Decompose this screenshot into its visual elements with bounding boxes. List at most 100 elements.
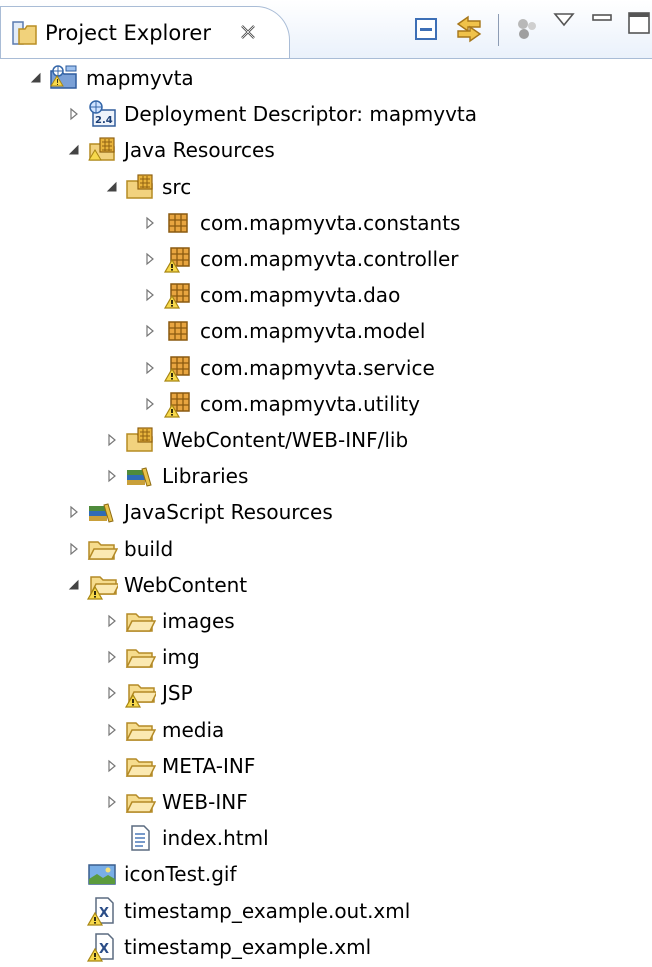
collapsed-arrow-icon[interactable]: [142, 287, 158, 303]
tree-item[interactable]: JSP: [104, 675, 652, 711]
tree-item-label: WebContent: [124, 572, 248, 597]
tree-item[interactable]: com.mapmyvta.controller: [142, 241, 652, 277]
tree-item-label: com.mapmyvta.controller: [200, 247, 459, 271]
collapsed-arrow-icon[interactable]: [104, 649, 120, 665]
tree-item[interactable]: com.mapmyvta.service: [142, 350, 652, 386]
collapsed-arrow-icon[interactable]: [142, 215, 158, 231]
tree-item[interactable]: JavaScript Resources: [66, 494, 652, 530]
collapsed-arrow-icon[interactable]: [104, 794, 120, 810]
web-project-icon: !: [48, 62, 80, 94]
tree-item-label: Java Resources: [124, 138, 275, 163]
deployment-descriptor-icon: 2.4: [86, 98, 118, 130]
tree-item[interactable]: Xtimestamp_example.out.xml: [66, 893, 652, 929]
tree-item[interactable]: com.mapmyvta.utility: [142, 386, 652, 422]
image-file-icon: [86, 858, 118, 890]
tree-item[interactable]: com.mapmyvta.dao: [142, 277, 652, 313]
dot-icons[interactable]: [512, 14, 542, 44]
tree-item[interactable]: src: [104, 169, 652, 205]
tree-item-label: images: [162, 609, 235, 633]
view-header: Project Explorer: [0, 0, 652, 59]
collapse-all-icon[interactable]: [412, 14, 442, 44]
tree-item[interactable]: WebContent/WEB-INF/lib: [104, 422, 652, 458]
expanded-arrow-icon[interactable]: [104, 179, 120, 195]
tree-item-label: JavaScript Resources: [124, 500, 333, 525]
tree-item[interactable]: img: [104, 639, 652, 675]
expanded-arrow-icon[interactable]: [28, 70, 44, 86]
expanded-arrow-icon[interactable]: [66, 577, 82, 593]
tree-item-label: com.mapmyvta.utility: [200, 391, 420, 416]
svg-text:2.4: 2.4: [95, 115, 113, 126]
collapsed-arrow-icon[interactable]: [66, 106, 82, 122]
tree-item[interactable]: Xtimestamp_example.xml: [66, 929, 652, 965]
maximize-icon[interactable]: [626, 10, 652, 40]
project-tree: ! mapmyvta 2.4 Deployment Descriptor: mapmy…: [0, 58, 652, 962]
tree-item-label: index.html: [162, 826, 269, 851]
collapsed-arrow-icon[interactable]: [142, 396, 158, 412]
tree-item-label: iconTest.gif: [124, 862, 237, 887]
tree-item-label: src: [162, 174, 192, 199]
tree-item[interactable]: Java Resources: [66, 132, 652, 168]
package-warning-icon: [162, 388, 194, 420]
folder-icon: [124, 750, 157, 782]
tree-item-label: Libraries: [162, 464, 249, 489]
collapsed-arrow-icon[interactable]: [104, 432, 120, 448]
tree-item[interactable]: images: [104, 603, 652, 639]
tree-item[interactable]: iconTest.gif: [66, 856, 652, 892]
tree-item[interactable]: 2.4 Deployment Descriptor: mapmyvta: [66, 96, 652, 132]
package-warning-icon: [162, 243, 194, 275]
libraries-icon: [124, 460, 156, 492]
xml-warning-icon: X: [86, 895, 118, 927]
collapsed-arrow-icon[interactable]: [142, 360, 158, 376]
tree-item[interactable]: Libraries: [104, 458, 652, 494]
collapsed-arrow-icon[interactable]: [66, 504, 82, 520]
tree-item-label: media: [162, 717, 225, 742]
toolbar-separator: [498, 14, 499, 46]
tree-item-label: Deployment Descriptor: mapmyvta: [124, 102, 478, 127]
source-folder-icon: [124, 171, 156, 203]
libraries-icon: [86, 496, 118, 528]
tree-item[interactable]: WebContent: [66, 567, 652, 603]
tree-item[interactable]: META-INF: [104, 748, 652, 784]
tree-item-label: img: [162, 645, 200, 670]
svg-text:X: X: [99, 942, 109, 957]
project-explorer-icon: [11, 19, 39, 47]
xml-warning-icon: X: [86, 931, 118, 963]
tree-item[interactable]: com.mapmyvta.constants: [142, 205, 652, 241]
package-warning-icon: [162, 279, 194, 311]
tree-item-label: timestamp_example.out.xml: [124, 898, 411, 923]
tree-item-label: timestamp_example.xml: [124, 934, 372, 959]
view-menu-icon[interactable]: [552, 10, 582, 40]
folder-icon: [124, 786, 157, 818]
tree-item[interactable]: WEB-INF: [104, 784, 652, 820]
close-icon[interactable]: [237, 21, 259, 43]
collapsed-arrow-icon[interactable]: [104, 468, 120, 484]
collapsed-arrow-icon[interactable]: [104, 722, 120, 738]
folder-icon: [124, 605, 157, 637]
tree-item[interactable]: index.html: [104, 820, 652, 856]
svg-text:!: !: [56, 78, 59, 87]
link-with-editor-icon[interactable]: [454, 14, 484, 44]
tab-project-explorer[interactable]: Project Explorer: [0, 6, 290, 58]
collapsed-arrow-icon[interactable]: [104, 758, 120, 774]
tree-item-label: JSP: [162, 681, 193, 706]
tree-item[interactable]: ! mapmyvta: [28, 60, 652, 96]
collapsed-arrow-icon[interactable]: [66, 541, 82, 557]
collapsed-arrow-icon[interactable]: [104, 685, 120, 701]
tree-item[interactable]: build: [66, 531, 652, 567]
folder-icon: [124, 641, 157, 673]
expanded-arrow-icon[interactable]: [66, 142, 82, 158]
tree-item-label: com.mapmyvta.service: [200, 355, 435, 380]
folder-warning-icon: [124, 677, 159, 709]
java-resources-icon: [86, 134, 118, 166]
collapsed-arrow-icon[interactable]: [142, 323, 158, 339]
collapsed-arrow-icon[interactable]: [104, 613, 120, 629]
tree-item[interactable]: com.mapmyvta.model: [142, 313, 652, 349]
tree-item-label: WEB-INF: [162, 790, 248, 814]
tree-item-label: WebContent/WEB-INF/lib: [162, 428, 409, 452]
source-folder-icon: [124, 424, 156, 456]
collapsed-arrow-icon[interactable]: [142, 251, 158, 267]
html-file-icon: [124, 822, 156, 854]
minimize-icon[interactable]: [590, 10, 620, 40]
tree-item[interactable]: media: [104, 712, 652, 748]
package-icon: [162, 207, 194, 239]
